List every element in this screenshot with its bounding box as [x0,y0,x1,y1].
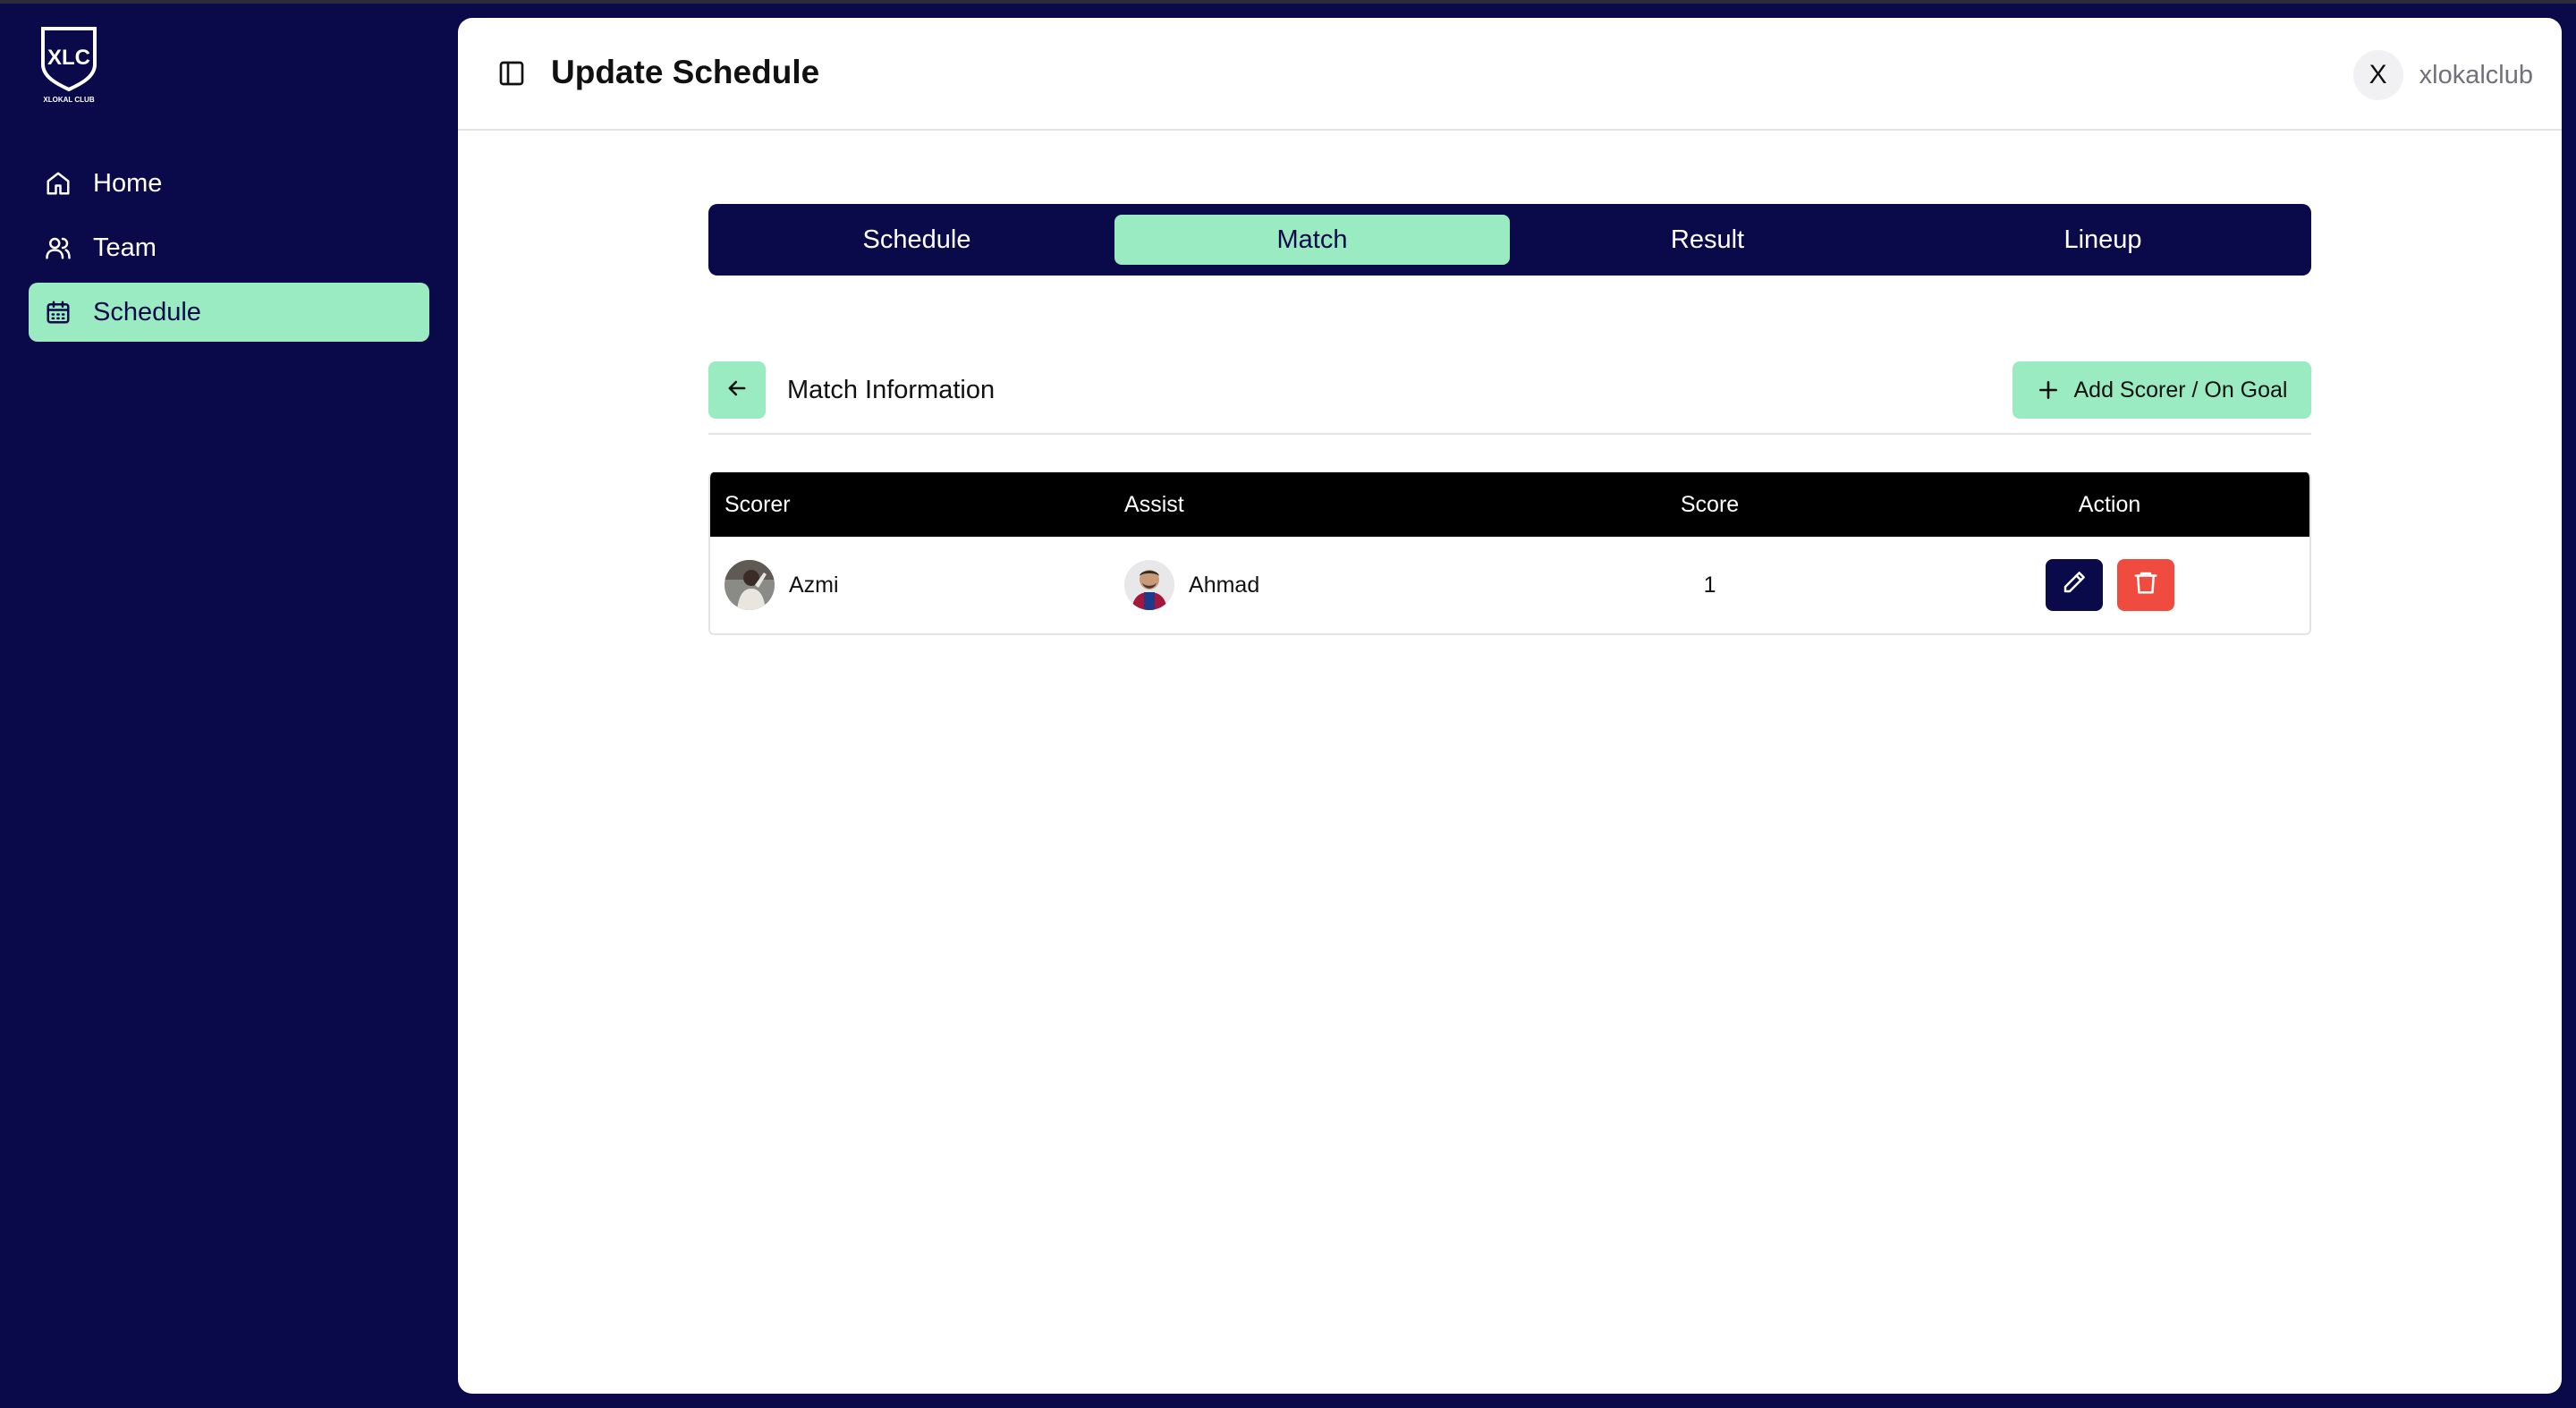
user-menu[interactable]: X xlokalclub [2352,50,2533,100]
sidebar: XLC XLOKAL CLUB Home Team Schedule [0,4,458,1408]
player-avatar [724,560,775,610]
table-row: Azmi Ahmad 1 [710,537,2309,633]
action-cell [1910,559,2309,611]
plus-icon [2036,377,2061,403]
club-logo[interactable]: XLC XLOKAL CLUB [39,25,98,106]
sidebar-item-schedule[interactable]: Schedule [29,283,429,342]
table-header: Scorer Assist Score Action [710,472,2309,537]
tab-result[interactable]: Result [1510,215,1905,265]
column-header-scorer: Scorer [724,491,791,517]
page-header: Update Schedule X xlokalclub [458,18,2562,131]
tab-bar: Schedule Match Result Lineup [708,204,2311,276]
tab-schedule[interactable]: Schedule [719,215,1114,265]
player-avatar [1124,560,1175,610]
logo-text: XLC [47,46,90,70]
sidebar-nav: Home Team Schedule [29,154,429,347]
scorer-cell: Azmi [710,560,1110,610]
scorer-table: Scorer Assist Score Action Azmi Ahmad 1 [708,472,2311,635]
column-header-action: Action [2078,491,2141,517]
score-cell: 1 [1703,572,1716,598]
assist-cell: Ahmad [1110,560,1510,610]
main-panel: Update Schedule X xlokalclub Schedule Ma… [458,18,2562,1394]
sidebar-item-team[interactable]: Team [29,218,429,277]
sidebar-item-home[interactable]: Home [29,154,429,213]
add-scorer-button[interactable]: Add Scorer / On Goal [2012,361,2311,419]
match-information-header: Match Information Add Scorer / On Goal [708,361,2311,435]
username: xlokalclub [2419,60,2533,89]
home-icon [43,168,73,199]
pencil-icon [2061,569,2088,602]
section-title: Match Information [787,376,996,404]
back-button[interactable] [708,361,766,419]
delete-button[interactable] [2116,559,2174,611]
sidebar-item-label: Team [93,233,157,262]
sidebar-toggle-icon[interactable] [497,59,526,88]
avatar[interactable]: X [2352,50,2403,100]
users-icon [43,233,73,263]
column-header-score: Score [1680,491,1740,517]
assist-name: Ahmad [1189,572,1260,598]
add-scorer-label: Add Scorer / On Goal [2073,377,2288,403]
logo-subtext: XLOKAL CLUB [43,96,94,104]
calendar-icon [43,297,73,327]
scorer-name: Azmi [789,572,839,598]
edit-button[interactable] [2045,559,2103,611]
tab-match[interactable]: Match [1114,215,1510,265]
tab-lineup[interactable]: Lineup [1905,215,2301,265]
column-header-assist: Assist [1124,491,1184,517]
sidebar-item-label: Schedule [93,297,201,327]
sidebar-item-label: Home [93,168,163,198]
trash-icon [2132,569,2159,602]
page-title: Update Schedule [551,54,820,90]
arrow-left-icon [724,376,750,405]
